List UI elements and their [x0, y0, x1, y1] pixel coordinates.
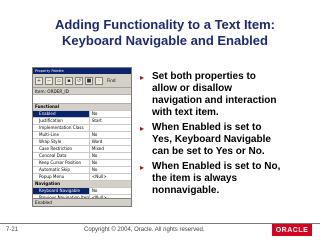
property-row[interactable]: Case Restriction Mixed: [33, 146, 131, 153]
property-name: Enabled: [33, 111, 90, 117]
bullet-marker-icon: ▸: [140, 73, 145, 82]
property-value[interactable]: Mixed: [90, 146, 131, 152]
property-row[interactable]: Enabled No: [33, 111, 131, 118]
property-row[interactable]: Automatic Skip No: [33, 167, 131, 174]
property-name: Automatic Skip: [33, 167, 90, 173]
property-name: Functional: [35, 104, 60, 109]
paste-icon[interactable]: ▪: [65, 76, 73, 85]
bullet-item: ▸ When Enabled is set to Yes, Keyboard Nav…: [140, 122, 316, 158]
property-name: Multi-Line: [33, 132, 90, 138]
property-value[interactable]: No: [90, 132, 131, 138]
property-row[interactable]: Conceal Data No: [33, 153, 131, 160]
bullet-line: navigation and interaction: [152, 95, 277, 106]
palette-item-label: Item: ORDER_ID: [33, 88, 131, 95]
bullet-marker-icon: ▸: [140, 163, 145, 172]
property-name: Conceal Data: [33, 153, 90, 159]
collapse-icon[interactable]: −: [45, 76, 53, 85]
bullet-list: ▸ Set both properties to allow or disallow…: [140, 71, 316, 200]
property-row[interactable]: Keep Cursor Position No: [33, 160, 131, 167]
property-name: Navigation: [35, 181, 61, 186]
bullet-line: can be set to Yes or No.: [152, 146, 265, 157]
property-row[interactable]: Implementation Class: [33, 125, 131, 132]
bullet-text: When Enabled is set to Yes, Keyboard Navi…: [152, 122, 271, 158]
bullet-line: Yes, Keyboard Navigable: [152, 134, 271, 145]
property-row[interactable]: Wrap Style Word: [33, 139, 131, 146]
property-name: Case Restriction: [33, 146, 90, 152]
property-row[interactable]: Multi-Line No: [33, 132, 131, 139]
property-group-row[interactable]: Functional: [33, 104, 131, 111]
property-name: Implementation Class: [33, 125, 90, 131]
property-row[interactable]: Justification Start: [33, 118, 131, 125]
palette-toolbar: + − ▫ ▪ ↺ ■ ◦ Find: [33, 74, 131, 88]
property-value[interactable]: No: [90, 188, 131, 194]
property-value[interactable]: [90, 125, 131, 131]
bullet-line: the item is always: [152, 173, 238, 184]
bullet-item: ▸ Set both properties to allow or disallow…: [140, 71, 316, 119]
slide-title: Adding Functionality to a Text Item: Key…: [40, 17, 290, 49]
slide: Adding Functionality to a Text Item: Key…: [0, 0, 320, 240]
bullet-text: Set both properties to allow or disallow n…: [152, 71, 276, 119]
oracle-logo: ORACLE: [272, 224, 312, 236]
property-name: Keyboard Navigable: [33, 188, 90, 194]
page-number: 7-21: [6, 227, 19, 233]
lock-icon[interactable]: ■: [85, 76, 93, 85]
palette-window-title: Property Palette: [35, 69, 64, 73]
inherit-icon[interactable]: ↺: [75, 76, 83, 85]
bullet-line: allow or disallow: [152, 83, 233, 94]
bullet-line: When Enabled is set to No,: [152, 161, 281, 172]
bullet-line: When Enabled is set to: [152, 122, 262, 133]
bullet-marker-icon: ▸: [140, 124, 145, 133]
bullet-line: Set both properties to: [152, 71, 256, 82]
palette-find-field[interactable]: [33, 95, 131, 104]
expand-icon[interactable]: +: [35, 76, 43, 85]
slide-title-line-1: Adding Functionality to a Text Item:: [54, 17, 276, 32]
property-value[interactable]: No: [90, 153, 131, 159]
property-palette-screenshot: Property Palette + − ▫ ▪ ↺ ■ ◦ Find Item…: [32, 67, 132, 207]
property-group-row[interactable]: Navigation: [33, 181, 131, 188]
copy-icon[interactable]: ▫: [55, 76, 63, 85]
property-name: Justification: [33, 118, 90, 124]
property-name: Wrap Style: [33, 139, 90, 145]
property-value[interactable]: No: [90, 111, 131, 117]
property-value[interactable]: Word: [90, 139, 131, 145]
bullet-line: nonnavigable.: [152, 185, 220, 196]
slide-title-line-2: Keyboard Navigable and Enabled: [62, 33, 268, 48]
property-row[interactable]: Popup Menu <Null>: [33, 174, 131, 181]
property-value[interactable]: No: [90, 160, 131, 166]
find-label: Find: [107, 78, 116, 83]
property-value[interactable]: Start: [90, 118, 131, 124]
property-value[interactable]: No: [90, 167, 131, 173]
property-name: Keep Cursor Position: [33, 160, 90, 166]
property-name: Popup Menu: [33, 174, 90, 180]
property-row[interactable]: Keyboard Navigable No: [33, 188, 131, 195]
bullet-text: When Enabled is set to No, the item is al…: [152, 161, 280, 197]
bullet-line: with text item.: [152, 107, 219, 118]
search-icon[interactable]: ◦: [95, 76, 103, 85]
copyright-notice: Copyright © 2004, Oracle. All rights res…: [84, 227, 205, 233]
property-value[interactable]: <Null>: [90, 174, 131, 180]
bullet-item: ▸ When Enabled is set to No, the item is a…: [140, 161, 316, 197]
palette-status-bar: Enabled: [33, 198, 131, 206]
property-grid: Functional Enabled No Justification Start Imp…: [33, 104, 131, 206]
